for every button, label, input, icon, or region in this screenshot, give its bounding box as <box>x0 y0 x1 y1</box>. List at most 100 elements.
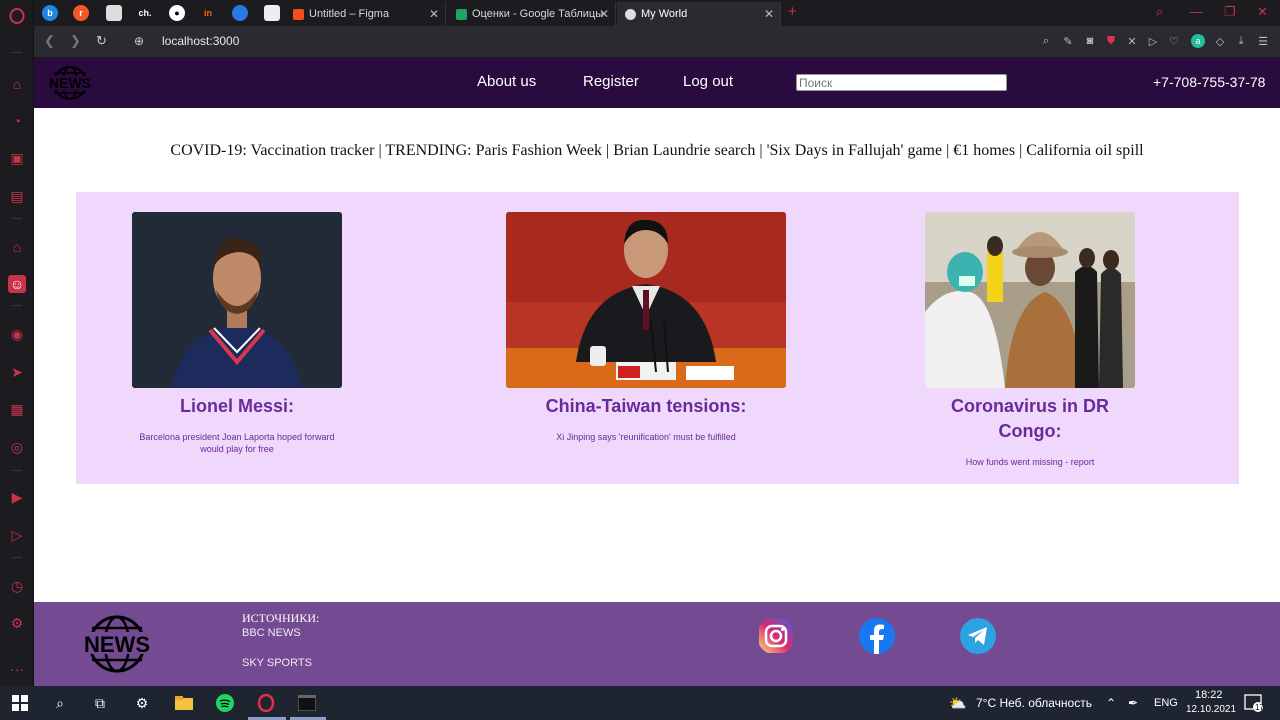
pinned-tab[interactable] <box>264 5 280 21</box>
news-card[interactable]: Coronavirus in DR Congo: How funds went … <box>925 212 1135 468</box>
tab-google-sheets[interactable]: Оценки - Google Таблицы ✕ <box>448 2 616 26</box>
pinned-tab[interactable] <box>106 5 122 21</box>
clock-date[interactable]: 12.10.2021 <box>1186 704 1236 715</box>
tab-figma[interactable]: Untitled – Figma ✕ <box>285 2 446 26</box>
history-icon[interactable]: ◷ <box>8 577 26 595</box>
back-icon[interactable]: ❮ <box>44 33 55 49</box>
site-footer: NEWS ИСТОЧНИКИ: BBC NEWS SKY SPORTS <box>34 602 1280 686</box>
news-logo[interactable]: NEWS <box>42 65 98 101</box>
instagram-sidebar-icon[interactable]: ◎ <box>8 438 26 456</box>
search-input[interactable] <box>796 74 1007 91</box>
forward-icon[interactable]: ❯ <box>70 33 81 49</box>
site-info-icon[interactable]: ⊕ <box>134 34 144 48</box>
restore-icon[interactable]: ❐ <box>1224 4 1236 20</box>
task-view-icon[interactable]: ⧉ <box>90 693 110 713</box>
new-tab-label: + <box>788 3 797 20</box>
clock-time[interactable]: 18:22 <box>1195 689 1223 701</box>
close-icon[interactable]: ✕ <box>429 7 439 21</box>
opera-gx-icon[interactable] <box>256 693 276 713</box>
source-link-bbc[interactable]: BBC NEWS <box>242 627 301 639</box>
edit-icon[interactable]: ✎ <box>1062 35 1074 48</box>
logo-text: NEWS <box>49 75 91 91</box>
windows-start-icon[interactable] <box>10 693 30 713</box>
bag-icon[interactable]: ▣ <box>8 149 26 167</box>
site-header: NEWS About us Register Log out +7-708-75… <box>34 58 1280 108</box>
download-icon[interactable]: ⤓ <box>1235 35 1247 47</box>
nav-about-us[interactable]: About us <box>477 73 536 90</box>
pinned-tab[interactable]: r <box>73 5 89 21</box>
telegram-sidebar-icon[interactable]: ➤ <box>8 363 26 381</box>
card-image[interactable] <box>506 212 786 388</box>
language-indicator[interactable]: ENG <box>1154 697 1178 709</box>
news-card[interactable]: Lionel Messi: Barcelona president Joan L… <box>132 212 342 455</box>
figma-icon <box>293 8 304 20</box>
spotify-icon[interactable] <box>215 693 235 713</box>
speed-dial-icon[interactable]: ◔ <box>8 112 26 130</box>
card-title[interactable]: Lionel Messi: <box>132 394 342 419</box>
windows-taskbar: ⌕ ⧉ ⚙ ⛅ 7°C Неб. облачность ⌃ ✒ ENG 18:2… <box>0 686 1280 720</box>
card-description: Barcelona president Joan Laporta hoped f… <box>139 432 335 454</box>
facebook-icon[interactable] <box>858 617 896 655</box>
new-tab-button[interactable]: + <box>788 3 797 20</box>
sidebar-divider <box>12 305 22 306</box>
close-icon[interactable]: ✕ <box>599 7 609 21</box>
pen-icon[interactable]: ✒ <box>1128 696 1138 710</box>
address-bar: ❮ ❯ ↻ ⊕ localhost:3000 ⌕ ✎ ◙ ⛊ ✕ ▷ ♡ a ◇… <box>34 26 1280 58</box>
home-icon[interactable]: ⌂ <box>8 238 26 256</box>
search-tabs-icon[interactable]: ⌕ <box>1156 4 1163 20</box>
nav-log-out[interactable]: Log out <box>683 73 733 90</box>
source-link-sky[interactable]: SKY SPORTS <box>242 657 312 669</box>
weather-icon[interactable]: ⛅ <box>948 693 968 713</box>
send-icon[interactable]: ▷ <box>8 526 26 544</box>
telegram-icon[interactable] <box>959 617 997 655</box>
twitch-icon[interactable]: ▤ <box>8 187 26 205</box>
file-explorer-icon[interactable] <box>174 693 194 713</box>
gx-corner-icon[interactable]: ☺ <box>8 275 26 293</box>
send-icon[interactable]: ▷ <box>1147 35 1159 48</box>
tab-title: Untitled – Figma <box>309 8 390 20</box>
pinned-tab[interactable]: ch. <box>134 5 156 21</box>
vk-icon[interactable]: ▦ <box>8 400 26 418</box>
sidebar-divider <box>12 52 22 53</box>
card-title[interactable]: Coronavirus in DR Congo: <box>925 394 1135 444</box>
card-image[interactable] <box>925 212 1135 388</box>
trending-bar[interactable]: COVID-19: Vaccination tracker | TRENDING… <box>34 142 1280 160</box>
github-icon[interactable]: ● <box>169 5 185 21</box>
vpn-shield-icon[interactable]: ⛊ <box>1105 35 1117 47</box>
tray-chevron-icon[interactable]: ⌃ <box>1106 696 1116 710</box>
url-field[interactable]: localhost:3000 <box>162 34 239 48</box>
pinned-tab[interactable]: b <box>42 5 58 21</box>
footer-news-logo[interactable]: NEWS <box>74 614 160 674</box>
search-icon[interactable]: ⌕ <box>50 693 70 713</box>
settings-icon[interactable]: ⚙ <box>8 614 26 632</box>
terminal-icon[interactable] <box>297 693 317 713</box>
news-card[interactable]: China-Taiwan tensions: Xi Jinping says '… <box>506 212 786 443</box>
settings-gear-icon[interactable]: ⚙ <box>132 693 152 713</box>
messenger-icon[interactable]: ◉ <box>8 325 26 343</box>
player-icon[interactable]: ▶ <box>8 488 26 506</box>
web-page: NEWS About us Register Log out +7-708-75… <box>34 58 1280 686</box>
notifications-count: 17 <box>1255 703 1264 712</box>
pinned-tab[interactable] <box>232 5 248 21</box>
weather-text[interactable]: 7°C Неб. облачность <box>976 696 1092 710</box>
more-icon[interactable]: ··· <box>8 660 26 678</box>
camera-icon[interactable]: ◙ <box>1084 35 1096 47</box>
opera-menu-icon[interactable] <box>8 7 26 25</box>
close-icon[interactable]: ✕ <box>1126 35 1138 48</box>
extension-icon[interactable]: a <box>1191 34 1205 48</box>
close-icon[interactable]: ✕ <box>764 7 774 21</box>
cube-icon[interactable]: ◇ <box>1214 35 1226 48</box>
heart-icon[interactable]: ♡ <box>1168 35 1180 48</box>
nav-register[interactable]: Register <box>583 73 639 90</box>
search-icon[interactable]: ⌕ <box>1040 35 1052 47</box>
gamepad-icon[interactable]: ⌂ <box>8 75 26 93</box>
minimize-icon[interactable]: — <box>1190 4 1203 19</box>
tab-my-world[interactable]: My World ✕ <box>617 2 781 26</box>
close-window-icon[interactable]: ✕ <box>1257 4 1268 20</box>
instagram-icon[interactable] <box>757 617 795 655</box>
reload-icon[interactable]: ↻ <box>96 33 107 49</box>
pinned-tab[interactable]: in <box>200 5 216 21</box>
easy-setup-icon[interactable]: ☰ <box>1257 35 1269 48</box>
card-image[interactable] <box>132 212 342 388</box>
card-title[interactable]: China-Taiwan tensions: <box>506 394 786 419</box>
